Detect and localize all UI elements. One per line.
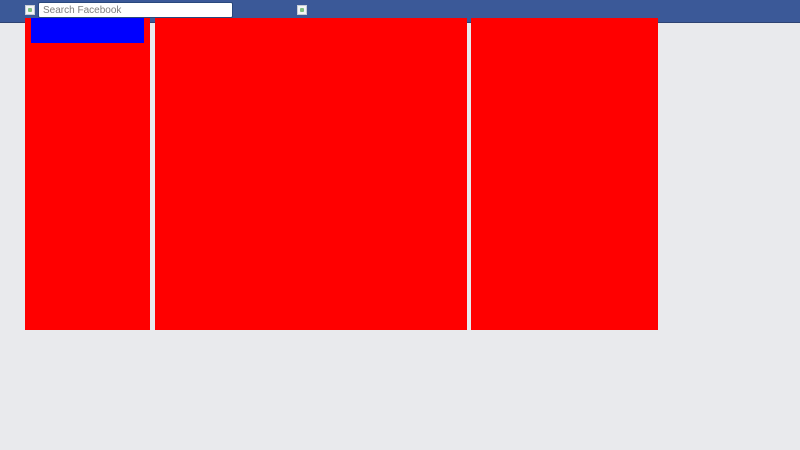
left-column xyxy=(25,18,150,330)
broken-image-icon[interactable] xyxy=(297,5,307,15)
search-input[interactable] xyxy=(38,2,233,18)
right-column xyxy=(471,18,658,330)
center-column xyxy=(155,18,467,330)
left-column-block xyxy=(31,18,144,43)
broken-image-icon[interactable] xyxy=(25,5,35,15)
